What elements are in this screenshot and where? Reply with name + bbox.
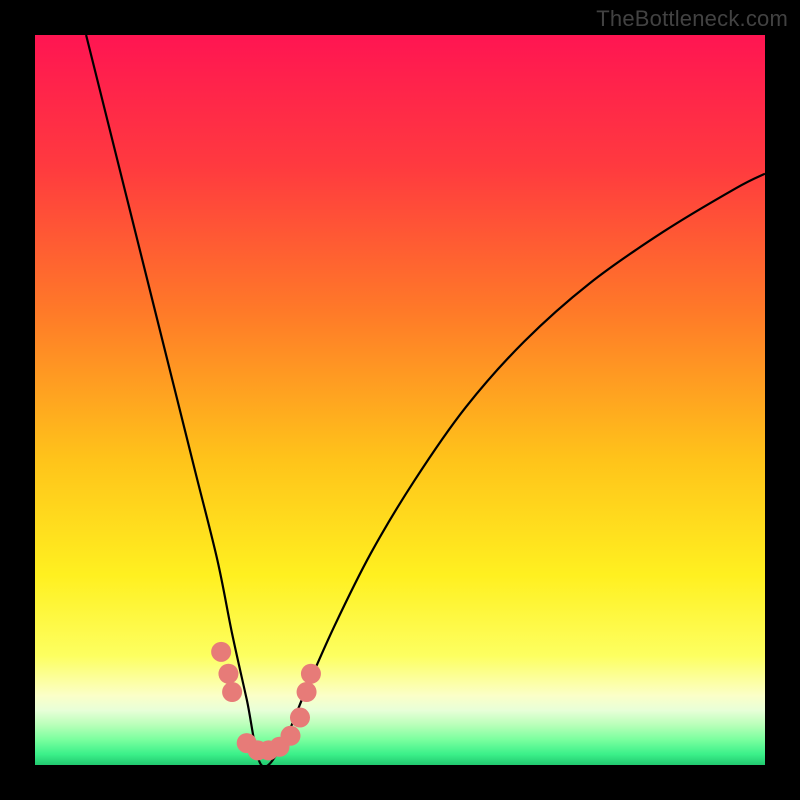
curve-layer: [35, 35, 765, 765]
highlight-dot: [222, 682, 242, 702]
chart-frame: TheBottleneck.com: [0, 0, 800, 800]
plot-area: [35, 35, 765, 765]
highlight-dot: [297, 682, 317, 702]
highlight-dot: [301, 664, 321, 684]
watermark-text: TheBottleneck.com: [596, 6, 788, 32]
highlight-dot: [281, 726, 301, 746]
bottleneck-curve: [86, 35, 765, 765]
highlight-dot: [211, 642, 231, 662]
highlight-dot: [218, 664, 238, 684]
highlight-dot: [290, 708, 310, 728]
highlight-dots: [211, 642, 321, 761]
